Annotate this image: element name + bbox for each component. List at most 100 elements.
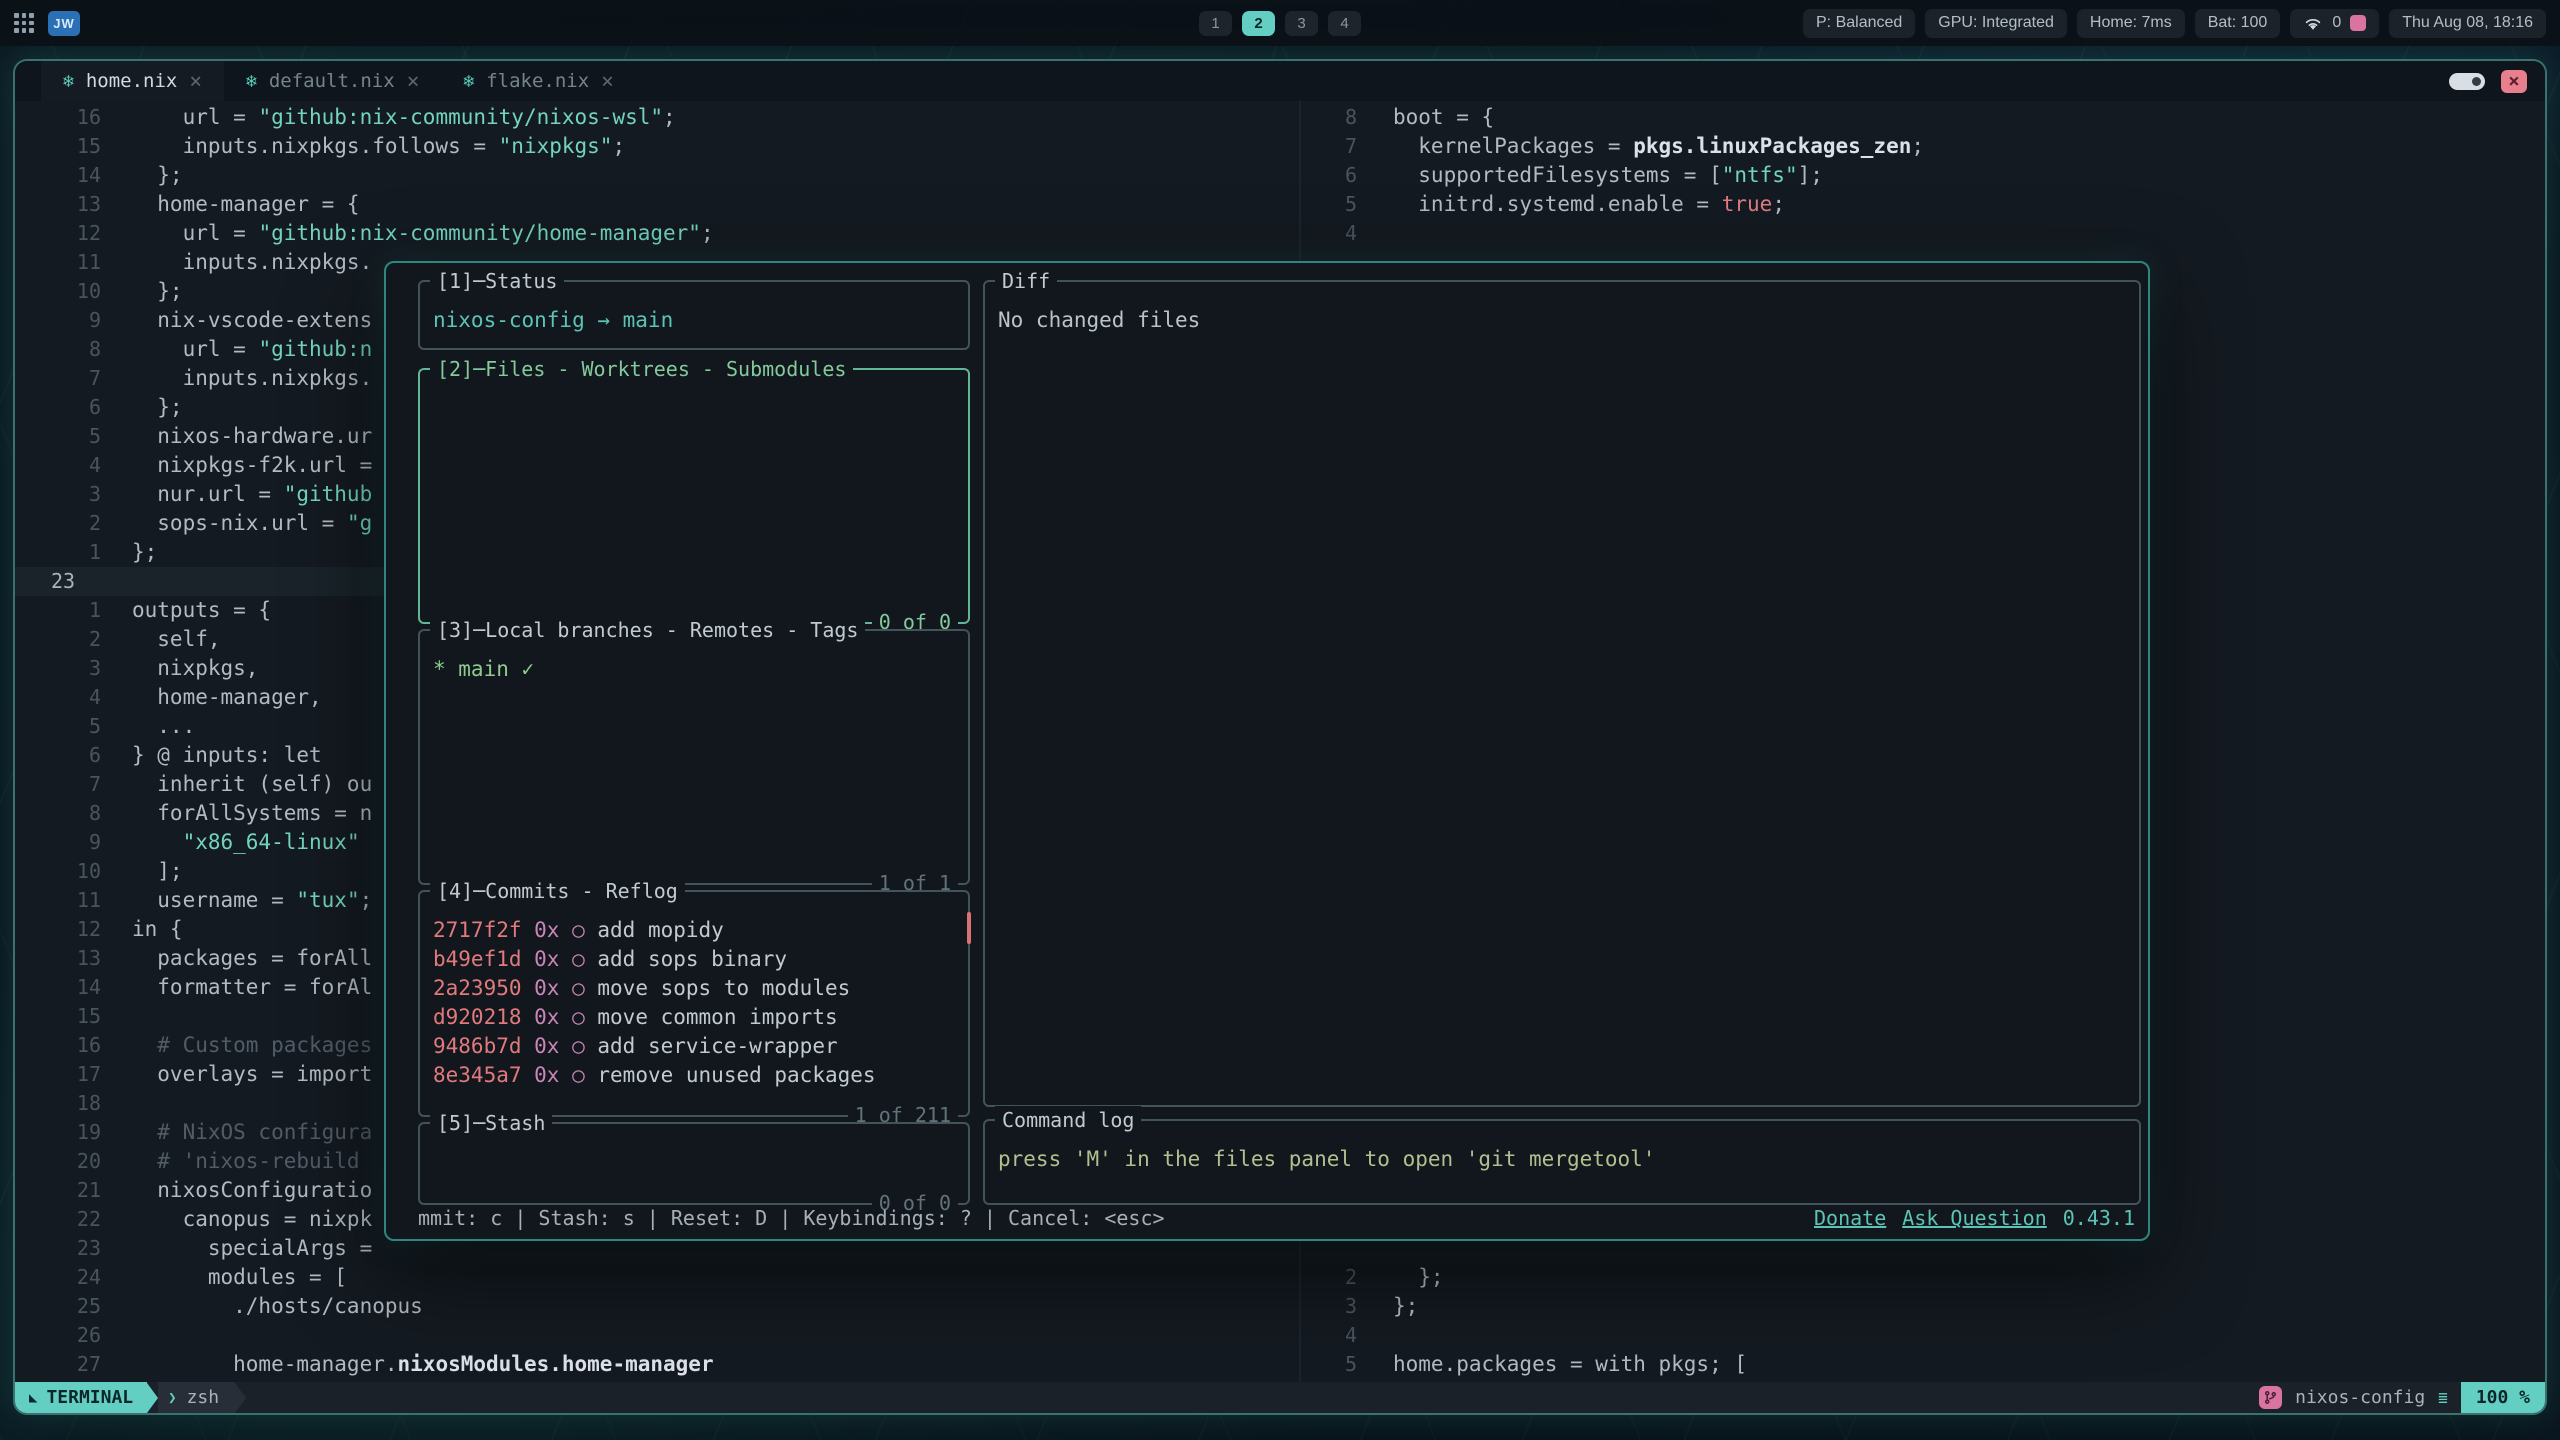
status-panel[interactable]: [1]─Status nixos-config → main	[418, 280, 970, 350]
tab-bar: ❄home.nix×❄default.nix× ❄ flake.nix × ×	[15, 61, 2545, 101]
tab-home.nix[interactable]: ❄home.nix×	[41, 61, 224, 101]
line-number: 23	[15, 567, 132, 596]
workspace-button-4[interactable]: 4	[1328, 11, 1361, 36]
top-bar: JW 1234 P: Balanced GPU: Integrated Home…	[0, 0, 2560, 46]
line-number: 23	[15, 1234, 132, 1263]
line-number: 25	[15, 1292, 132, 1321]
terminal-mode-icon: ◣	[29, 1390, 37, 1406]
donate-link[interactable]: Donate	[1814, 1204, 1886, 1233]
line-number: 2	[15, 625, 132, 654]
tab-close-icon[interactable]: ×	[407, 69, 420, 93]
power-profile-module[interactable]: P: Balanced	[1803, 9, 1915, 38]
session-name: nixos-config	[2295, 1387, 2425, 1408]
line-number: 7	[15, 770, 132, 799]
powerline-separator	[147, 1383, 158, 1413]
line-number: 4	[1301, 1321, 1393, 1350]
mode-segment: ◣ TERMINAL	[15, 1382, 147, 1413]
editor-right-top[interactable]: 8boot = {7 kernelPackages = pkgs.linuxPa…	[1301, 103, 2545, 248]
prompt-icon: ❯	[168, 1390, 176, 1406]
line-number: 16	[15, 103, 132, 132]
code-line: 14 };	[15, 161, 1299, 190]
code-line: 5home.packages = with pkgs; [	[1301, 1350, 2545, 1379]
battery-module[interactable]: Bat: 100	[2195, 9, 2281, 38]
stash-panel[interactable]: [5]─Stash 0 of 0	[418, 1122, 970, 1205]
network-latency-module[interactable]: Home: 7ms	[2077, 9, 2185, 38]
line-number: 8	[15, 335, 132, 364]
diff-content: No changed files	[985, 282, 2139, 335]
code-line: 7 kernelPackages = pkgs.linuxPackages_ze…	[1301, 132, 2545, 161]
commit-row[interactable]: b49ef1d 0x ○ add sops binary	[433, 945, 955, 974]
status-bar: ◣ TERMINAL ❯ zsh nixos-config ≣ 100 %	[15, 1382, 2545, 1413]
commits-list: 2717f2f 0x ○ add mopidyb49ef1d 0x ○ add …	[420, 892, 968, 1090]
line-number: 20	[15, 1147, 132, 1176]
code-line: 6 supportedFilesystems = ["ntfs"];	[1301, 161, 2545, 190]
desktop: JW 1234 P: Balanced GPU: Integrated Home…	[0, 0, 2560, 1440]
code-line: 4	[1301, 219, 2545, 248]
workspace-button-2[interactable]: 2	[1242, 11, 1275, 36]
clock-module[interactable]: Thu Aug 08, 18:16	[2389, 9, 2546, 38]
files-panel[interactable]: [2]─Files - Worktrees - Submodules 0 of …	[418, 368, 970, 624]
gpu-module[interactable]: GPU: Integrated	[1925, 9, 2067, 38]
line-number: 9	[15, 828, 132, 857]
line-number: 5	[1301, 190, 1393, 219]
line-number: 11	[15, 248, 132, 277]
apps-grid-icon[interactable]	[14, 13, 34, 33]
tab-flake.nix[interactable]: ❄ flake.nix ×	[441, 61, 635, 101]
code-line: 4	[1301, 1321, 2545, 1350]
line-number: 5	[15, 712, 132, 741]
line-number: 3	[15, 480, 132, 509]
code-line: 15 inputs.nixpkgs.follows = "nixpkgs";	[15, 132, 1299, 161]
line-number: 4	[1301, 219, 1393, 248]
line-number: 7	[1301, 132, 1393, 161]
line-number: 9	[15, 306, 132, 335]
line-number: 3	[15, 654, 132, 683]
nix-snowflake-icon: ❄	[463, 71, 474, 92]
commit-row[interactable]: 9486b7d 0x ○ add service-wrapper	[433, 1032, 955, 1061]
commit-row[interactable]: 2717f2f 0x ○ add mopidy	[433, 916, 955, 945]
code-line: 16 url = "github:nix-community/nixos-wsl…	[15, 103, 1299, 132]
commits-scrollbar[interactable]	[967, 912, 971, 944]
tab-close-icon[interactable]: ×	[189, 69, 202, 93]
line-number: 14	[15, 161, 132, 190]
commit-row[interactable]: d920218 0x ○ move common imports	[433, 1003, 955, 1032]
battery-percent: 100 %	[2461, 1382, 2545, 1413]
diff-panel[interactable]: Diff No changed files	[983, 280, 2141, 1107]
branches-panel[interactable]: [3]─Local branches - Remotes - Tags * ma…	[418, 629, 970, 885]
commits-panel[interactable]: [4]─Commits - Reflog 2717f2f 0x ○ add mo…	[418, 890, 970, 1117]
line-number: 12	[15, 915, 132, 944]
line-number: 7	[15, 364, 132, 393]
workspace-button-3[interactable]: 3	[1285, 11, 1318, 36]
tab-label: flake.nix	[486, 70, 589, 92]
shell-segment[interactable]: ❯ zsh	[158, 1382, 235, 1413]
commit-row[interactable]: 8e345a7 0x ○ remove unused packages	[433, 1061, 955, 1090]
window-close-button[interactable]: ×	[2501, 70, 2527, 93]
line-number: 10	[15, 857, 132, 886]
tab-close-icon[interactable]: ×	[601, 69, 614, 93]
window-controls: ×	[2449, 70, 2545, 93]
workspace-button-1[interactable]: 1	[1199, 11, 1232, 36]
code-line: 24 modules = [	[15, 1263, 1299, 1292]
code-line: 26	[15, 1321, 1299, 1350]
ask-question-link[interactable]: Ask Question	[1902, 1204, 2047, 1233]
commit-row[interactable]: 2a23950 0x ○ move sops to modules	[433, 974, 955, 1003]
line-number: 24	[15, 1263, 132, 1292]
diff-panel-title: Diff	[995, 267, 1057, 296]
command-log-panel[interactable]: Command log press 'M' in the files panel…	[983, 1119, 2141, 1205]
top-bar-left: JW	[14, 11, 80, 36]
window-toggle-button[interactable]	[2449, 73, 2485, 90]
code-line: 8boot = {	[1301, 103, 2545, 132]
line-number: 1	[15, 596, 132, 625]
line-number: 26	[15, 1321, 132, 1350]
tab-default.nix[interactable]: ❄default.nix×	[224, 61, 441, 101]
lazygit-popup: [1]─Status nixos-config → main [2]─Files…	[384, 261, 2150, 1241]
powerline-separator	[235, 1383, 246, 1413]
notification-count: 0	[2332, 14, 2341, 32]
line-number: 12	[15, 219, 132, 248]
tray-module[interactable]: 0	[2290, 9, 2379, 38]
layout-badge[interactable]: JW	[48, 11, 80, 36]
line-number: 4	[15, 683, 132, 712]
code-line: 12 url = "github:nix-community/home-mana…	[15, 219, 1299, 248]
line-number: 10	[15, 277, 132, 306]
editor-right-bottom[interactable]: 2 };3};45home.packages = with pkgs; [	[1301, 1263, 2545, 1379]
mode-label: TERMINAL	[46, 1387, 133, 1408]
